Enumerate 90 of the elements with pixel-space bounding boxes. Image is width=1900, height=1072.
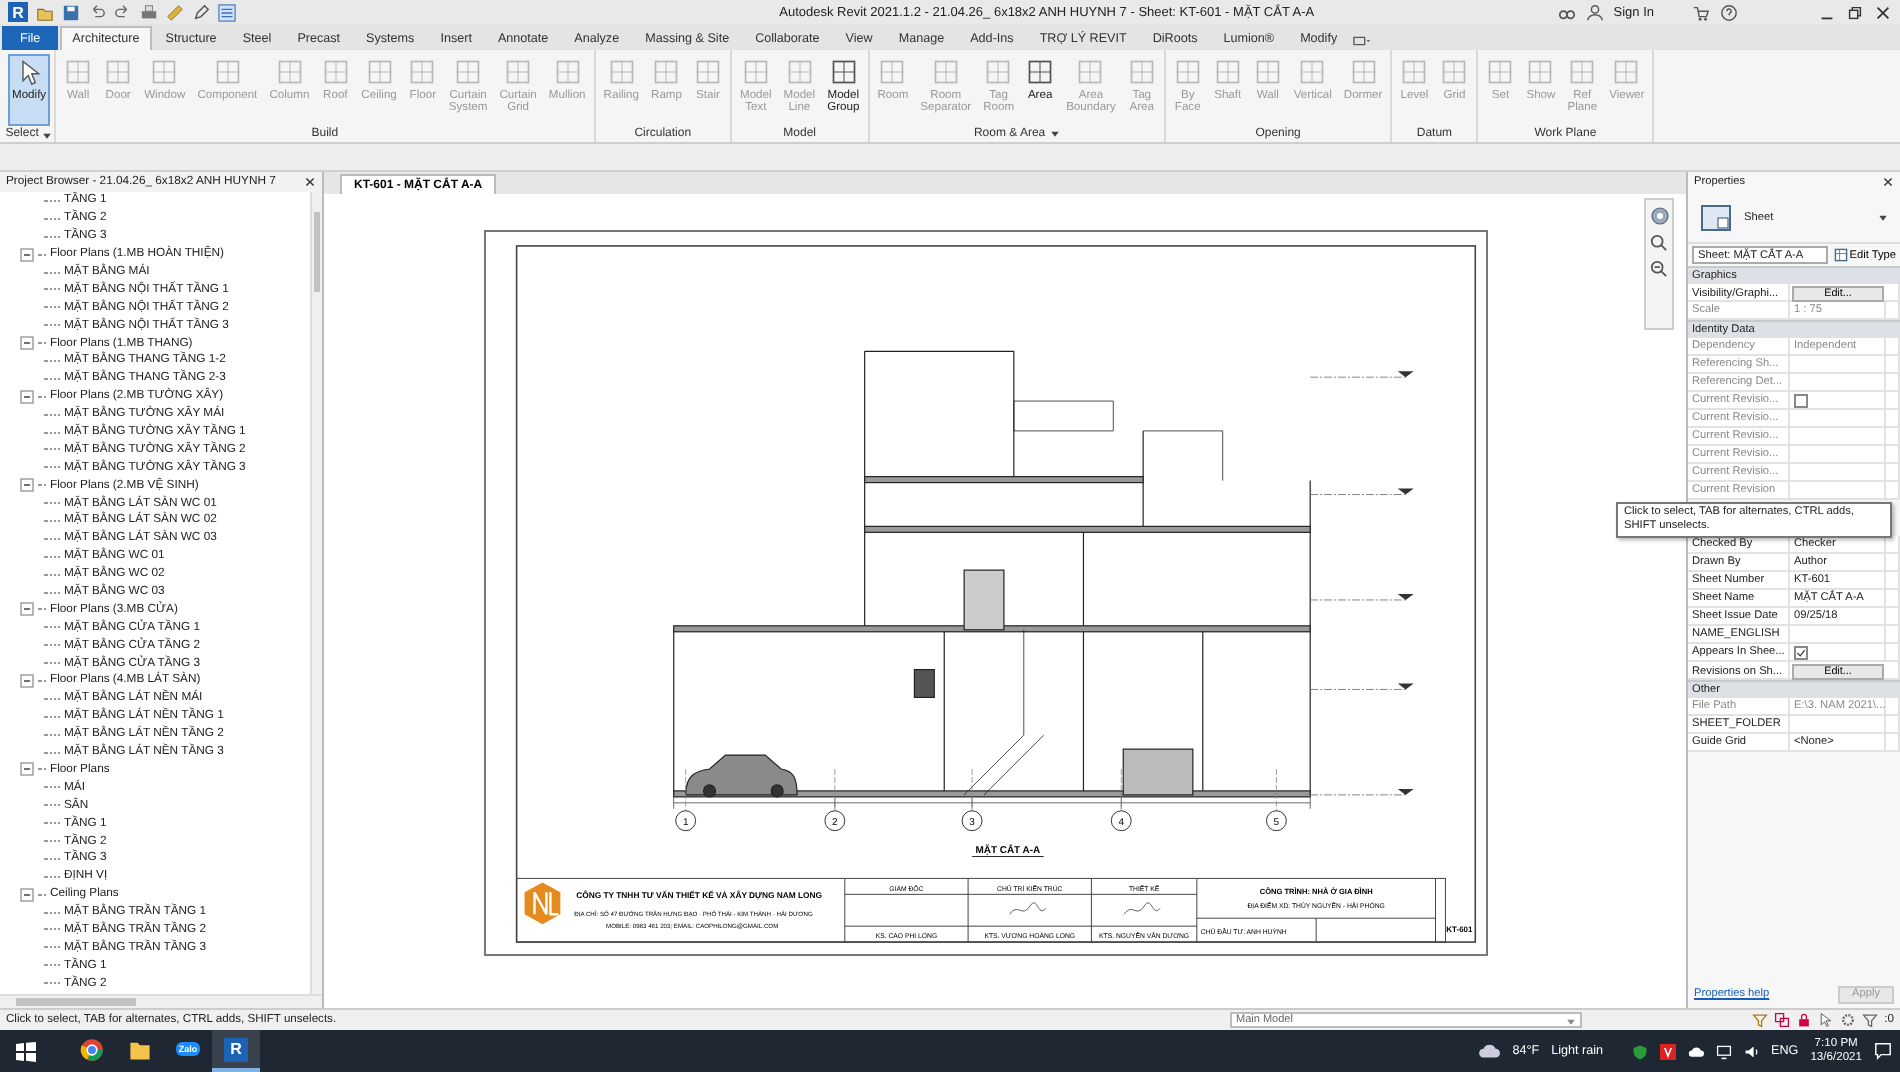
square-icon	[1526, 58, 1555, 86]
square-icon	[213, 58, 242, 86]
square-icon	[64, 58, 93, 86]
square-icon	[693, 58, 722, 86]
minus-box-icon[interactable]	[20, 478, 34, 493]
square-icon	[1486, 58, 1515, 86]
square-icon	[150, 58, 179, 86]
square-icon	[553, 58, 582, 86]
edit-type-icon	[1833, 248, 1848, 262]
square-icon	[741, 58, 770, 86]
level-marker	[1309, 788, 1414, 796]
save-icon[interactable]	[62, 3, 80, 21]
square-icon	[1076, 58, 1105, 86]
close-icon[interactable]	[1874, 3, 1892, 21]
circle-logo-icon	[80, 1037, 104, 1061]
notification-icon[interactable]	[1874, 1042, 1892, 1060]
folder-icon	[128, 1037, 152, 1061]
square-icon	[275, 58, 304, 86]
zoom-icon[interactable]	[1650, 260, 1668, 278]
minus-box-icon[interactable]	[20, 762, 34, 777]
square-icon	[1127, 58, 1156, 86]
square-icon	[652, 58, 681, 86]
lock-icon[interactable]	[1796, 1012, 1813, 1028]
undo-icon[interactable]	[88, 3, 106, 21]
speaker-icon[interactable]	[1743, 1043, 1760, 1059]
square-icon	[1568, 58, 1597, 86]
square-icon	[1173, 58, 1202, 86]
filter-icon[interactable]	[1752, 1012, 1769, 1028]
filter-icon[interactable]	[1862, 1012, 1879, 1028]
cloud-icon[interactable]	[1687, 1043, 1704, 1059]
app-logo: R	[224, 1037, 248, 1061]
square-icon	[408, 58, 437, 86]
minus-box-icon[interactable]	[20, 602, 34, 617]
sheet-icon	[1700, 201, 1732, 233]
steering-wheel-icon[interactable]	[1649, 206, 1669, 226]
square-icon	[878, 58, 907, 86]
square-icon	[365, 58, 394, 86]
level-marker	[1309, 488, 1414, 495]
taskbar-app[interactable]: R	[212, 1030, 260, 1072]
list-icon[interactable]	[218, 3, 236, 21]
close-icon[interactable]	[304, 176, 316, 188]
cart-icon[interactable]	[1692, 3, 1710, 21]
square-icon	[504, 58, 533, 86]
scrollbar[interactable]	[0, 994, 322, 1008]
checkbox[interactable]	[1794, 645, 1808, 659]
scrollbar[interactable]	[310, 192, 322, 994]
square-icon	[1298, 58, 1327, 86]
square-icon	[1253, 58, 1282, 86]
shield-icon[interactable]	[1631, 1043, 1648, 1059]
square-icon	[1440, 58, 1469, 86]
square-icon	[785, 58, 814, 86]
square-icon	[1026, 58, 1055, 86]
v-logo-icon[interactable]	[1659, 1043, 1676, 1059]
redo-icon[interactable]	[114, 3, 132, 21]
minus-box-icon[interactable]	[20, 336, 34, 351]
square-icon	[321, 58, 350, 86]
caret-icon	[1566, 1015, 1576, 1025]
square-icon	[454, 58, 483, 86]
help-icon[interactable]	[1720, 3, 1738, 21]
caret-icon[interactable]	[1878, 212, 1888, 222]
logo-icon	[524, 882, 561, 925]
square-icon	[1612, 58, 1641, 86]
user-icon[interactable]	[1585, 3, 1604, 21]
link-icon[interactable]	[1774, 1012, 1791, 1028]
level-marker	[1309, 371, 1414, 378]
monitor-icon[interactable]	[1715, 1043, 1732, 1059]
cursor-icon[interactable]	[1818, 1012, 1835, 1028]
square-icon	[607, 58, 636, 86]
zoom-icon[interactable]	[1650, 234, 1668, 252]
pencil-icon[interactable]	[192, 3, 210, 21]
square-icon	[1400, 58, 1429, 86]
windows-icon[interactable]	[16, 1041, 36, 1061]
square-icon	[984, 58, 1013, 86]
level-marker	[1309, 594, 1414, 601]
minus-box-icon[interactable]	[20, 673, 34, 688]
square-icon	[1213, 58, 1242, 86]
square-icon	[829, 58, 858, 86]
printer-icon[interactable]	[140, 3, 158, 21]
square-icon	[931, 58, 960, 86]
level-marker	[1309, 683, 1414, 690]
square-icon	[104, 58, 133, 86]
cloud-icon	[1478, 1040, 1501, 1062]
square-icon	[1349, 58, 1378, 86]
app-logo[interactable]: R	[8, 2, 28, 22]
minus-box-icon[interactable]	[20, 247, 34, 262]
minus-box-icon[interactable]	[20, 887, 34, 902]
restore-icon[interactable]	[1846, 3, 1864, 21]
close-icon[interactable]	[1882, 176, 1894, 188]
caret-icon[interactable]	[1049, 128, 1060, 138]
minus-box-icon[interactable]	[20, 389, 34, 404]
